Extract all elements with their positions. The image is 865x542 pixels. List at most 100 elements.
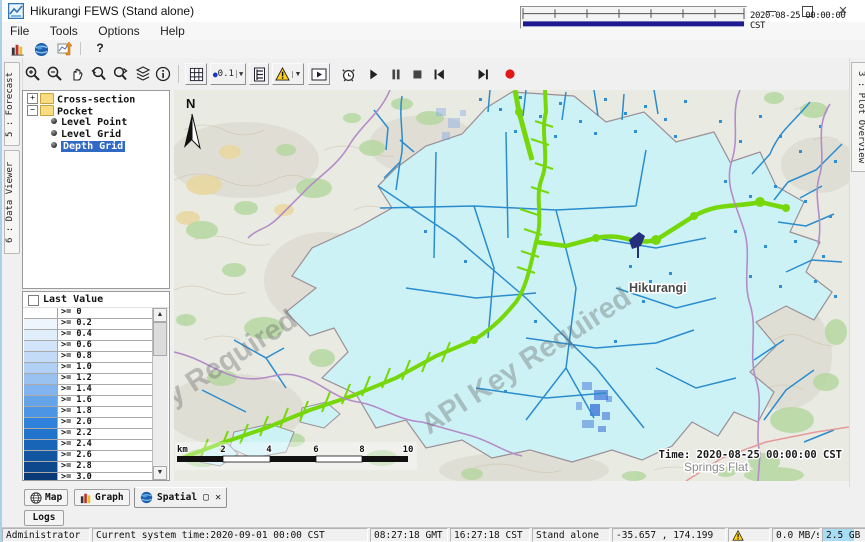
explorer-button[interactable] [8,41,26,57]
scale-tick: 2 [220,445,225,455]
map-canvas[interactable]: API Key Required API Key Required Hikura… [174,90,849,481]
timer-button[interactable] [337,63,359,85]
tree-row-pocket[interactable]: − Pocket [23,105,169,117]
status-user: Administrator [2,528,90,542]
legend-icon [253,67,266,82]
tree-label: Level Grid [61,129,121,140]
help-button[interactable]: ? [92,41,108,55]
tree-row-depth-grid[interactable]: Depth Grid [23,141,169,153]
zoom-previous-icon [90,65,108,83]
collapse-icon[interactable]: − [27,105,38,116]
zoom-out-icon [46,65,64,83]
map-display-button[interactable] [32,41,50,57]
legend-row-label: >= 1.6 [58,396,152,406]
bar-chart-icon [80,492,92,504]
town-label: Hikurangi [629,281,687,295]
scale-tick: 10 [403,445,414,455]
menu-tools[interactable]: Tools [42,22,86,38]
tab-close-icon[interactable]: ✕ [215,492,221,503]
legend-row-label: >= 0.8 [58,352,152,362]
tree-label: Pocket [57,107,93,118]
tab-spatial-label: Spatial [157,492,197,503]
record-button[interactable] [499,63,521,85]
tab-map[interactable]: Map [24,489,68,506]
tree-row-level-point[interactable]: Level Point [23,117,169,129]
alarm-clock-icon [340,66,357,83]
zoom-previous-button[interactable] [88,63,110,85]
logs-row: Logs [2,509,865,527]
spatial-display-button[interactable] [56,41,74,57]
menu-help[interactable]: Help [152,22,193,38]
logs-button[interactable]: Logs [24,510,64,526]
legend-color-swatch [24,374,58,384]
sidebar-tab-forecast[interactable]: 5 : Forecast [4,62,20,146]
layers-button[interactable] [132,63,154,85]
menu-file[interactable]: File [2,22,37,38]
legend-row-label: >= 3.0 [58,473,152,480]
legend-header: Last Value [23,292,169,308]
legend-row-label: >= 0.6 [58,341,152,351]
legend-color-swatch [24,385,58,395]
scale-unit-label: km [177,445,188,455]
movie-player-icon [311,68,327,81]
animation-player-button[interactable] [308,63,330,85]
pan-button[interactable] [66,63,88,85]
zoom-in-button[interactable] [22,63,44,85]
legend-color-swatch [24,352,58,362]
legend-toggle-button[interactable] [249,63,269,85]
window-title: Hikurangi FEWS (Stand alone) [30,4,194,18]
stop-icon [409,66,425,82]
tab-maximize-icon[interactable]: ▢ [203,492,209,503]
legend-list: >= 0 >= 0.2 >= 0.4 >= 0.6 >= 0.8 >= 1.0 … [24,308,152,480]
skip-to-start-button[interactable] [428,63,450,85]
sidebar-tab-plot-overview[interactable]: 3 : Plot Overview [851,62,865,172]
status-mode: Stand alone [532,528,610,542]
legend-color-swatch [24,363,58,373]
interval-dropdown[interactable]: ●0.1▼ [210,63,246,85]
zoom-out-button[interactable] [44,63,66,85]
chevron-down-icon: ▼ [292,71,302,78]
legend-color-swatch [24,451,58,461]
legend-row-label: >= 0 [58,308,152,318]
node-bullet-icon [51,142,57,148]
database-bars-icon [10,42,25,57]
last-value-checkbox[interactable] [28,295,39,306]
legend-row-label: >= 2.8 [58,462,152,472]
warnings-dropdown[interactable]: ▼ [272,63,304,85]
right-tab-strip: 3 : Plot Overview [849,58,865,487]
layers-icon [134,65,152,83]
timeline-slider[interactable] [520,6,747,29]
legend-color-swatch [24,396,58,406]
expand-icon[interactable]: + [27,93,38,104]
scroll-up-icon[interactable]: ▲ [153,308,167,322]
globe-icon [34,42,49,57]
legend-row-label: >= 2.0 [58,418,152,428]
scroll-thumb[interactable] [153,322,167,356]
pause-button[interactable] [385,63,407,85]
stop-button[interactable] [406,63,428,85]
tab-graph[interactable]: Graph [74,489,130,506]
grid-toggle-button[interactable] [185,63,207,85]
sidebar-tab-data-viewer[interactable]: 6 : Data Viewer [4,150,20,254]
legend-scrollbar[interactable]: ▲ ▼ [152,308,168,480]
folder-icon [40,105,54,116]
scroll-down-icon[interactable]: ▼ [153,466,167,480]
menu-options[interactable]: Options [90,22,147,38]
tree-label: Level Point [61,117,127,128]
info-button[interactable] [152,63,174,85]
node-bullet-icon [51,118,57,124]
skip-to-end-button[interactable] [450,63,472,85]
last-value-label: Last Value [43,294,103,305]
legend-row-label: >= 1.8 [58,407,152,417]
hand-icon [68,65,86,83]
scale-tick: 4 [266,445,272,455]
toolbar-separator [178,65,179,83]
tree-row-level-grid[interactable]: Level Grid [23,129,169,141]
tab-spatial-active[interactable]: Spatial ▢ ✕ [134,487,227,508]
zoom-next-button[interactable] [110,63,132,85]
map-view[interactable]: API Key Required API Key Required Hikura… [174,90,849,481]
tree-row-cross-section[interactable]: +Cross-section [23,93,169,105]
scale-tick: 8 [359,445,364,455]
play-button[interactable] [362,63,384,85]
status-bar: Administrator Current system time:2020-0… [2,527,865,542]
